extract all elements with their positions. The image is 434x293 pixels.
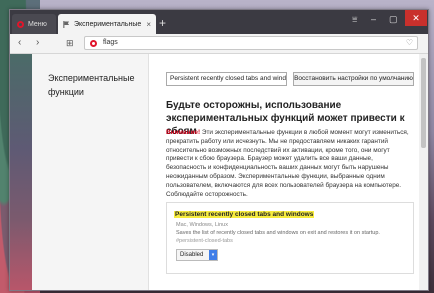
page-content: Экспериментальные функции Persistent rec… [10,54,428,290]
flag-icon [63,20,70,28]
sidebar-wallpaper-strip [10,54,32,290]
reset-defaults-button[interactable]: Восстановить настройки по умолчанию [293,72,414,86]
flag-description: Saves the list of recently closed tabs a… [176,230,380,236]
flag-card: Persistent recently closed tabs and wind… [166,202,414,274]
forward-button[interactable]: › [36,37,39,49]
flag-state-value: Disabled [180,252,204,258]
warning-body: Эти экспериментальные функции в любой мо… [166,129,409,198]
flag-hash-link[interactable]: #persistent-closed-tabs [176,238,233,244]
toolbar: ‹ › ⊞ flags ♡ [10,34,428,54]
warning-text: Внимание! Эти экспериментальные функции … [166,129,414,199]
close-window-button[interactable]: ✕ [405,10,427,26]
flag-platforms: Mac, Windows, Linux [176,222,228,228]
address-bar[interactable]: flags ♡ [84,36,418,50]
tab-strip: Меню Экспериментальные ф × + ⩸ – ▢ ✕ [10,10,428,34]
sidebar: Экспериментальные функции [10,54,149,290]
flag-state-select[interactable]: Disabled ▾ [176,249,218,261]
search-input[interactable]: Persistent recently closed tabs and wind [166,72,287,86]
tab-flags[interactable]: Экспериментальные ф × [58,14,156,34]
bookmark-heart-icon[interactable]: ♡ [406,38,413,47]
url-text[interactable]: flags [103,39,118,46]
sidebar-title: Экспериментальные функции [48,73,135,97]
chevron-down-icon: ▾ [209,250,217,260]
opera-logo-icon [90,40,97,47]
menu-label: Меню [28,20,47,28]
opera-logo-icon [17,20,24,28]
minimize-button[interactable]: – [371,14,376,24]
speed-dial-icon[interactable]: ⊞ [66,37,74,49]
tab-label: Экспериментальные ф [74,20,144,28]
close-tab-icon[interactable]: × [146,20,151,29]
scrollbar-thumb[interactable] [421,58,426,148]
back-button[interactable]: ‹ [18,37,21,49]
warning-alert: Внимание! [166,129,201,136]
opera-menu-button[interactable]: Меню [12,14,56,34]
tab-menu-icon[interactable]: ⩸ [352,14,357,25]
new-tab-button[interactable]: + [159,17,166,29]
maximize-button[interactable]: ▢ [389,14,398,25]
browser-window: Меню Экспериментальные ф × + ⩸ – ▢ ✕ ‹ ›… [9,9,429,291]
scrollbar[interactable] [419,54,428,290]
flags-main: Persistent recently closed tabs and wind… [158,54,418,290]
flag-title: Persistent recently closed tabs and wind… [174,211,315,218]
